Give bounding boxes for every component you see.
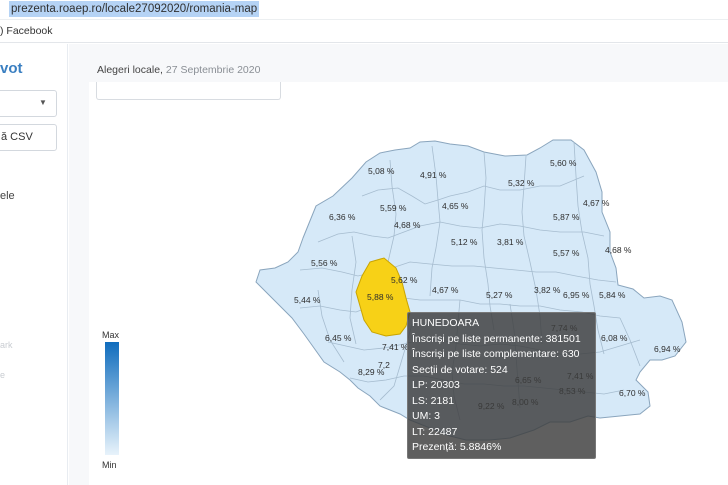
county-label: 6,36 % [329, 212, 356, 222]
county-label: 5,27 % [486, 290, 513, 300]
legend-min-label: Min [102, 460, 117, 470]
tooltip-line: Prezență: 5.8846% [412, 441, 502, 453]
county-label: 4,67 % [583, 198, 610, 208]
county-label: 7,41 % [382, 342, 409, 352]
tooltip-line: Înscriși pe liste complementare: 630 [412, 348, 580, 360]
county-label: 4,68 % [394, 220, 421, 230]
county-label: 5,12 % [451, 237, 478, 247]
county-label: 5,56 % [311, 258, 338, 268]
tooltip-line: LS: 2181 [412, 394, 455, 407]
county-label: 5,88 % [367, 292, 394, 302]
county-label: 5,59 % [380, 203, 407, 213]
county-label: 4,91 % [420, 170, 447, 180]
county-label: 3,82 % [534, 285, 561, 295]
county-label: 6,08 % [601, 333, 628, 343]
county-label: 5,44 % [294, 295, 321, 305]
county-label: 5,57 % [553, 248, 580, 258]
tooltip-line: Secții de votare: 524 [412, 363, 508, 376]
county-label: 4,67 % [432, 285, 459, 295]
color-legend: Max Min [100, 330, 130, 475]
tooltip-line: LT: 22487 [412, 425, 458, 438]
tooltip-line: LP: 20303 [412, 379, 460, 391]
county-label: 5,62 % [391, 275, 418, 285]
county-label: 6,94 % [654, 344, 681, 354]
county-label: 5,84 % [599, 290, 626, 300]
legend-gradient-bar [105, 342, 119, 455]
county-label: 6,95 % [563, 290, 590, 300]
legend-max-label: Max [102, 330, 120, 340]
county-label: 5,60 % [550, 158, 577, 168]
county-label: 6,45 % [325, 333, 352, 343]
tooltip-line: UM: 3 [412, 410, 441, 422]
county-label: 5,87 % [553, 212, 580, 222]
tooltip-title: HUNEDOARA [412, 317, 480, 329]
county-label: 4,68 % [605, 245, 632, 255]
county-label: 5,32 % [508, 178, 535, 188]
county-label: 6,70 % [619, 388, 646, 398]
tooltip-line: Înscriși pe liste permanente: 381501 [412, 332, 581, 345]
county-label: 3,81 % [497, 237, 524, 247]
county-label: 4,65 % [442, 201, 469, 211]
county-tooltip: HUNEDOARA Înscriși pe liste permanente: … [407, 312, 596, 459]
county-label: 7,2 [378, 360, 390, 370]
county-label: 5,08 % [368, 166, 395, 176]
